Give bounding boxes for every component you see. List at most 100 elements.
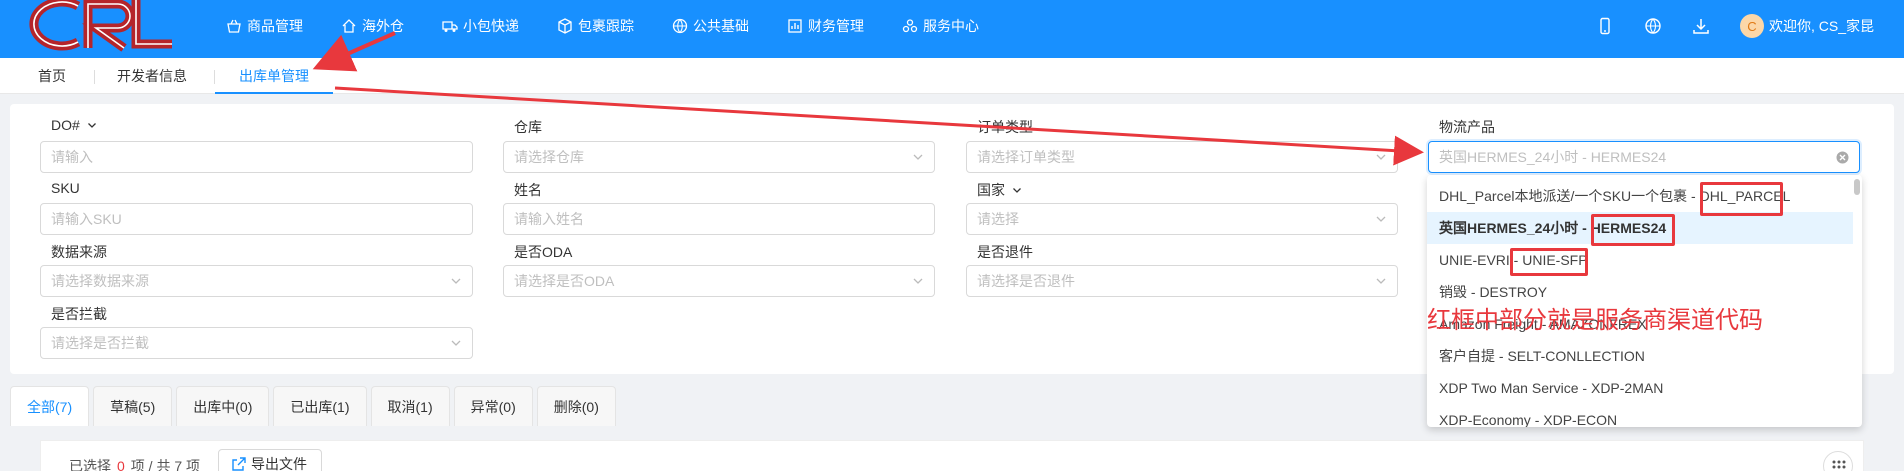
- nav-item-service-center[interactable]: 服务中心: [902, 16, 979, 36]
- highlight-box-unie-sfp: [1510, 248, 1588, 276]
- return-select[interactable]: 请选择是否退件: [966, 265, 1398, 297]
- tab-divider: [214, 70, 215, 84]
- status-tab-exception[interactable]: 异常(0): [453, 386, 533, 426]
- do-label-text: DO#: [51, 117, 80, 133]
- return-label: 是否退件: [977, 244, 1033, 260]
- intercept-placeholder: 请选择是否拦截: [51, 335, 149, 351]
- sku-label: SKU: [51, 180, 80, 196]
- home-icon: [342, 19, 356, 33]
- clear-icon[interactable]: [1836, 151, 1849, 164]
- tab-divider: [94, 70, 95, 84]
- welcome-user[interactable]: 欢迎你, CS_家昆: [1769, 16, 1874, 36]
- country-placeholder: 请选择: [977, 211, 1019, 227]
- grid-dots-icon: [1832, 460, 1846, 469]
- source-placeholder: 请选择数据来源: [51, 273, 149, 289]
- logistics-label: 物流产品: [1439, 119, 1495, 135]
- name-placeholder: 请输入姓名: [514, 211, 584, 227]
- selection-total: 项 / 共 7 项: [130, 458, 201, 471]
- status-tab-draft[interactable]: 草稿(5): [93, 386, 173, 426]
- nav-item-small-parcel[interactable]: 小包快递: [442, 16, 519, 36]
- status-tab-deleted[interactable]: 删除(0): [536, 386, 616, 426]
- column-settings-button[interactable]: [1823, 451, 1853, 471]
- chevron-down-icon: [1376, 154, 1386, 160]
- do-input[interactable]: 请输入: [40, 141, 473, 173]
- nav-item-label: 小包快递: [463, 18, 519, 34]
- selection-count: 0: [117, 458, 125, 471]
- selection-prefix: 已选择: [69, 458, 111, 471]
- tab-outbound-orders[interactable]: 出库单管理: [215, 58, 333, 94]
- status-tab-shipped[interactable]: 已出库(1): [273, 386, 367, 426]
- source-select[interactable]: 请选择数据来源: [40, 265, 473, 297]
- logistics-product-select[interactable]: 英国HERMES_24小时 - HERMES24: [1428, 141, 1860, 173]
- selection-summary: 已选择 0 项 / 共 7 项: [69, 456, 200, 471]
- country-label-text: 国家: [977, 182, 1005, 198]
- warehouse-label: 仓库: [514, 119, 542, 135]
- status-tab-outbounding[interactable]: 出库中(0): [176, 386, 270, 426]
- chevron-down-icon: [913, 154, 923, 160]
- nav-item-label: 包裹跟踪: [578, 18, 634, 34]
- return-placeholder: 请选择是否退件: [977, 273, 1075, 289]
- nav-item-label: 财务管理: [808, 18, 864, 34]
- basket-icon: [227, 19, 241, 33]
- country-label[interactable]: 国家: [977, 180, 1022, 200]
- nav-item-overseas-warehouse[interactable]: 海外仓: [341, 16, 404, 36]
- export-file-button[interactable]: 导出文件: [218, 449, 322, 471]
- do-label[interactable]: DO#: [51, 117, 97, 133]
- main-nav: 商品管理 海外仓 小包快递 包裹跟踪 公共基础 财务管理 服务中心: [226, 0, 1017, 52]
- nav-item-label: 公共基础: [693, 18, 749, 34]
- export-label: 导出文件: [251, 456, 307, 471]
- dropdown-option[interactable]: 客户自提 - SELT-CONLLECTION: [1427, 340, 1853, 372]
- tab-developer-info[interactable]: 开发者信息: [117, 58, 187, 94]
- country-select[interactable]: 请选择: [966, 203, 1398, 235]
- truck-icon: [442, 21, 458, 32]
- sku-input[interactable]: 请输入SKU: [40, 203, 473, 235]
- nav-item-finance[interactable]: 财务管理: [787, 16, 864, 36]
- intercept-select[interactable]: 请选择是否拦截: [40, 327, 473, 359]
- warehouse-select[interactable]: 请选择仓库: [503, 141, 935, 173]
- dropdown-option[interactable]: XDP-Economy - XDP-ECON: [1427, 404, 1853, 427]
- globe-icon: [672, 18, 688, 34]
- oda-placeholder: 请选择是否ODA: [514, 273, 615, 289]
- nav-item-label: 服务中心: [923, 18, 979, 34]
- finance-icon: [788, 19, 802, 33]
- status-tab-cancelled[interactable]: 取消(1): [370, 386, 450, 426]
- oda-label: 是否ODA: [514, 244, 573, 260]
- order-type-label: 订单类型: [977, 119, 1033, 135]
- chevron-down-icon: [1376, 216, 1386, 222]
- crl-logo[interactable]: [26, 0, 176, 52]
- tab-home[interactable]: 首页: [38, 58, 66, 94]
- mobile-icon[interactable]: [1596, 17, 1614, 35]
- chevron-down-icon: [1376, 278, 1386, 284]
- dropdown-option[interactable]: XDP Two Man Service - XDP-2MAN: [1427, 372, 1853, 404]
- sku-placeholder: 请输入SKU: [51, 211, 122, 227]
- order-type-placeholder: 请选择订单类型: [977, 149, 1075, 165]
- status-tab-all[interactable]: 全部(7): [10, 386, 90, 426]
- dropdown-option[interactable]: DHL_Parcel本地派送/一个SKU一个包裹 - DHL_PARCEL: [1427, 180, 1853, 212]
- status-tabs: 全部(7) 草稿(5) 出库中(0) 已出库(1) 取消(1) 异常(0) 删除…: [10, 386, 620, 426]
- warehouse-placeholder: 请选择仓库: [514, 149, 584, 165]
- intercept-label: 是否拦截: [51, 306, 107, 322]
- highlight-box-dhl-parcel: [1700, 182, 1783, 216]
- nav-item-products[interactable]: 商品管理: [226, 16, 303, 36]
- nav-item-public-basics[interactable]: 公共基础: [672, 16, 749, 36]
- download-icon[interactable]: [1692, 17, 1710, 35]
- chevron-down-icon: [87, 123, 96, 128]
- page-tabs: 首页 开发者信息 出库单管理: [0, 58, 1904, 94]
- annotation-text: 红框中部分就是服务商渠道代码: [1427, 307, 1763, 334]
- language-globe-icon[interactable]: [1644, 17, 1662, 35]
- chevron-down-icon: [451, 278, 461, 284]
- oda-select[interactable]: 请选择是否ODA: [503, 265, 935, 297]
- export-icon: [232, 457, 246, 471]
- table-toolbar: 已选择 0 项 / 共 7 项 导出文件: [40, 440, 1864, 471]
- nav-item-tracking[interactable]: 包裹跟踪: [557, 16, 634, 36]
- chevron-down-icon: [1012, 188, 1021, 193]
- name-input[interactable]: 请输入姓名: [503, 203, 935, 235]
- header-actions: C 欢迎你, CS_家昆: [1596, 0, 1904, 52]
- dropdown-scrollbar[interactable]: [1854, 179, 1860, 195]
- highlight-box-hermes24: [1591, 214, 1675, 246]
- dropdown-option[interactable]: UNIE-EVRI - UNIE-SFP: [1427, 244, 1853, 276]
- source-label: 数据来源: [51, 244, 107, 260]
- avatar[interactable]: C: [1739, 14, 1764, 38]
- nav-item-label: 商品管理: [247, 18, 303, 34]
- order-type-select[interactable]: 请选择订单类型: [966, 141, 1398, 173]
